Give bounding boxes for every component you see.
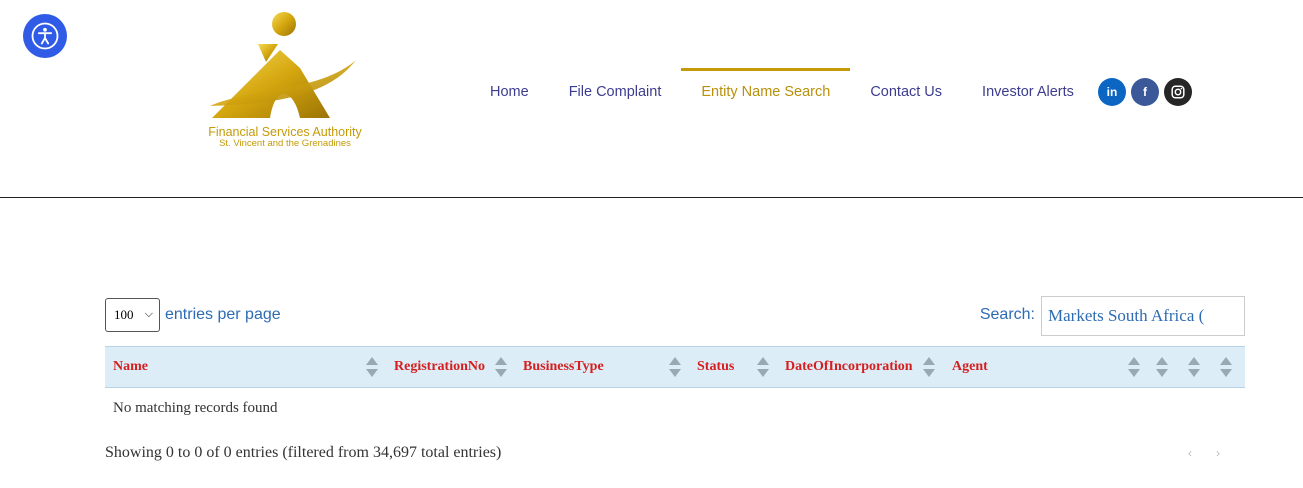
entries-per-page-label: entries per page: [165, 306, 281, 323]
column-header-business-type[interactable]: BusinessType: [523, 347, 604, 387]
nav-home[interactable]: Home: [470, 68, 549, 116]
logo-title: Financial Services Authority: [208, 125, 362, 139]
fsa-logo[interactable]: Financial Services Authority St. Vincent…: [190, 8, 390, 158]
column-header-status[interactable]: Status: [697, 347, 734, 387]
linkedin-icon[interactable]: in: [1098, 78, 1126, 106]
instagram-glyph-icon: [1171, 85, 1185, 99]
entries-per-page-select[interactable]: 100 ⌵: [105, 298, 160, 332]
column-header-name[interactable]: Name: [113, 347, 148, 387]
column-header-registration-no[interactable]: RegistrationNo: [394, 347, 485, 387]
facebook-icon[interactable]: f: [1131, 78, 1159, 106]
column-header-agent[interactable]: Agent: [952, 347, 988, 387]
table-info: Showing 0 to 0 of 0 entries (filtered fr…: [105, 444, 502, 461]
sort-icon[interactable]: [757, 357, 769, 379]
sort-icon[interactable]: [1188, 357, 1200, 379]
sort-icon[interactable]: [1128, 357, 1140, 379]
column-header-date-of-incorporation[interactable]: DateOfIncorporation: [785, 347, 913, 387]
nav-entity-name-search[interactable]: Entity Name Search: [681, 68, 851, 116]
sort-icon[interactable]: [669, 357, 681, 379]
main-nav: Home File Complaint Entity Name Search C…: [470, 68, 1094, 116]
logo-subtitle: St. Vincent and the Grenadines: [219, 138, 351, 149]
nav-contact-us[interactable]: Contact Us: [850, 68, 962, 116]
sort-icon[interactable]: [923, 357, 935, 379]
social-links: in f: [1098, 78, 1192, 106]
sort-icon[interactable]: [495, 357, 507, 379]
fsa-logo-emblem-icon: [210, 12, 356, 118]
sort-icon[interactable]: [1220, 357, 1232, 379]
pagination: ‹ ›: [1188, 446, 1220, 460]
previous-page-button[interactable]: ‹: [1188, 446, 1192, 460]
nav-file-complaint[interactable]: File Complaint: [549, 68, 682, 116]
instagram-icon[interactable]: [1164, 78, 1192, 106]
table-header: Name RegistrationNo BusinessType Status …: [105, 346, 1245, 388]
empty-table-message: No matching records found: [113, 400, 278, 416]
sort-icon[interactable]: [366, 357, 378, 379]
search-input[interactable]: Markets South Africa (: [1041, 296, 1245, 336]
search-label: Search:: [979, 306, 1035, 323]
chevron-down-icon: ⌵: [144, 308, 153, 320]
entries-per-page-value: 100: [114, 307, 134, 322]
site-header: Financial Services Authority St. Vincent…: [0, 0, 1303, 198]
sort-icon[interactable]: [1156, 357, 1168, 379]
nav-investor-alerts[interactable]: Investor Alerts: [962, 68, 1094, 116]
next-page-button[interactable]: ›: [1216, 446, 1220, 460]
entity-table: Name RegistrationNo BusinessType Status …: [105, 346, 1245, 428]
table-controls: 100 ⌵ entries per page Search: Markets S…: [105, 296, 1245, 336]
